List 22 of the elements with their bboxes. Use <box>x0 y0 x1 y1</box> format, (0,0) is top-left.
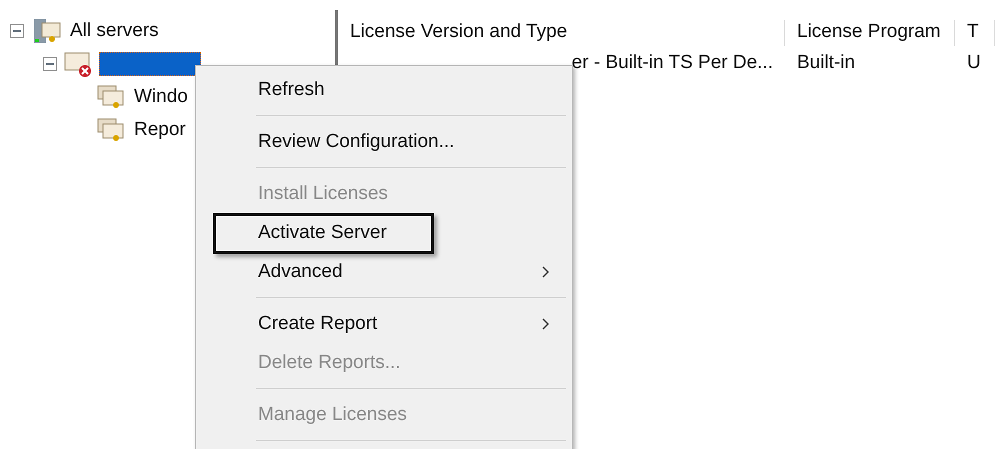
menu-item[interactable]: Refresh <box>256 70 572 109</box>
tree-item[interactable]: All servers <box>70 20 159 42</box>
menu-item[interactable]: Create Report <box>256 304 572 343</box>
certificate-icon <box>63 50 93 78</box>
menu-item[interactable]: Advanced <box>256 252 572 291</box>
tree-item[interactable]: Repor <box>134 118 186 140</box>
menu-item[interactable]: Activate Server <box>256 213 572 252</box>
table-cell-text: U <box>966 51 982 75</box>
collapse-toggle[interactable] <box>43 56 57 70</box>
certificates-icon <box>96 116 126 142</box>
selected-tree-item[interactable] <box>99 52 201 76</box>
collapse-toggle[interactable] <box>10 24 24 38</box>
table-cell-text: Built-in <box>796 51 856 75</box>
chevron-right-icon <box>542 318 550 330</box>
table-cell-text: er - Built-in TS Per De... <box>570 51 774 75</box>
menu-item[interactable]: Review Configuration... <box>256 122 572 161</box>
chevron-right-icon <box>542 266 550 278</box>
certificates-icon <box>96 84 126 110</box>
column-header[interactable]: License Version and Type <box>338 20 785 46</box>
column-header[interactable]: T <box>955 20 995 46</box>
tree-item[interactable]: Windo <box>134 86 188 108</box>
column-header[interactable]: License Program <box>785 20 955 46</box>
